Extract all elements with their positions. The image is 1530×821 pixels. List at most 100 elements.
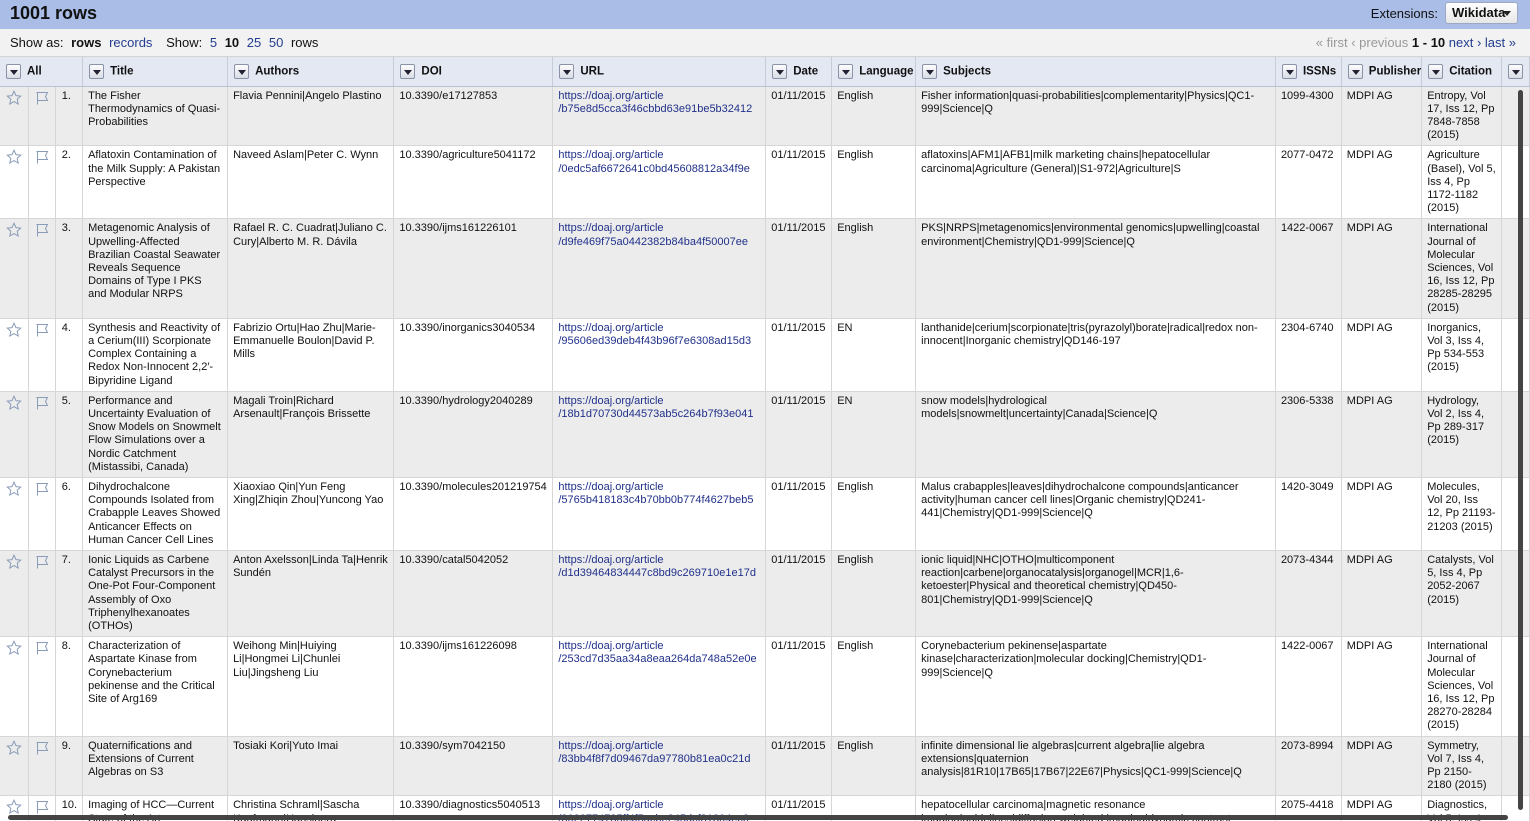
flag-toggle[interactable]: [28, 550, 56, 638]
flag-toggle[interactable]: [28, 636, 56, 737]
star-icon[interactable]: [0, 222, 28, 238]
page-size-25[interactable]: 25: [247, 35, 261, 50]
dropdown-arrow-icon[interactable]: [89, 63, 105, 79]
flag-icon[interactable]: [29, 222, 54, 238]
star-icon[interactable]: [0, 89, 28, 106]
cell-publisher: MDPI AG: [1341, 636, 1423, 737]
url-link[interactable]: https://doaj.org/article /0edc5af6672641…: [558, 149, 749, 174]
pager-last-link[interactable]: last »: [1485, 35, 1516, 50]
flag-toggle[interactable]: [28, 477, 56, 552]
flag-toggle[interactable]: [28, 391, 56, 478]
column-header-doi[interactable]: DOI: [393, 57, 554, 87]
star-icon[interactable]: [0, 480, 28, 497]
flag-toggle[interactable]: [28, 86, 56, 147]
wikidata-extension-button[interactable]: Wikidata: [1445, 2, 1518, 24]
dropdown-arrow-icon[interactable]: [559, 63, 575, 79]
star-toggle[interactable]: [0, 736, 30, 797]
cell-overflow: [1501, 391, 1530, 478]
star-icon[interactable]: [0, 149, 28, 165]
flag-icon[interactable]: [29, 554, 54, 570]
flag-icon[interactable]: [29, 149, 54, 165]
flag-toggle[interactable]: [28, 218, 56, 319]
star-toggle[interactable]: [0, 145, 30, 220]
star-toggle[interactable]: [0, 318, 30, 392]
cell-subjects: ionic liquid|NHC|OTHO|multicomponent rea…: [915, 550, 1276, 638]
dropdown-arrow-icon[interactable]: [838, 63, 854, 79]
dropdown-arrow-icon[interactable]: [772, 63, 788, 79]
flag-icon[interactable]: [29, 740, 54, 756]
flag-toggle[interactable]: [28, 736, 56, 797]
mode-rows[interactable]: rows: [71, 35, 101, 50]
url-link[interactable]: https://doaj.org/article /d1d39464834447…: [558, 554, 756, 579]
column-header-url[interactable]: URL: [552, 57, 767, 87]
url-link[interactable]: https://doaj.org/article /18b1d70730d445…: [558, 395, 753, 420]
cell-publisher: MDPI AG: [1341, 550, 1423, 638]
cell-authors: Xiaoxiao Qin|Yun Feng Xing|Zhiqin Zhou|Y…: [227, 477, 395, 552]
dropdown-arrow-icon[interactable]: [234, 63, 250, 79]
cell-authors: Flavia Pennini|Angelo Plastino: [227, 86, 395, 147]
vertical-scrollbar[interactable]: [1518, 90, 1523, 810]
flag-toggle[interactable]: [28, 318, 56, 392]
url-link[interactable]: https://doaj.org/article /b75e8d5cca3f46…: [558, 90, 752, 115]
star-icon[interactable]: [0, 554, 28, 570]
cell-overflow: [1501, 550, 1530, 638]
flag-icon[interactable]: [29, 640, 54, 656]
cell-citation: Molecules, Vol 20, Iss 12, Pp 21193-2120…: [1421, 477, 1502, 552]
url-link[interactable]: https://doaj.org/article /253cd7d35aa34a…: [558, 640, 756, 665]
cell-issns: 2073-4344: [1275, 550, 1342, 638]
cell-authors: Fabrizio Ortu|Hao Zhu|Marie-Emmanuelle B…: [227, 318, 395, 392]
cell-doi: 10.3390/molecules201219754: [393, 477, 554, 552]
star-toggle[interactable]: [0, 636, 30, 737]
row-count: 1001 rows: [10, 3, 98, 23]
column-header-title[interactable]: Title: [82, 57, 229, 87]
page-size-10[interactable]: 10: [225, 35, 239, 50]
column-header-language[interactable]: Language: [831, 57, 917, 87]
flag-icon[interactable]: [29, 481, 54, 497]
mode-records-link[interactable]: records: [109, 35, 152, 50]
url-link[interactable]: https://doaj.org/article /95606ed39deb4f…: [558, 322, 751, 347]
star-toggle[interactable]: [0, 391, 30, 478]
column-header-date[interactable]: Date: [765, 57, 833, 87]
url-link[interactable]: https://doaj.org/article /d9fe469f75a044…: [558, 222, 748, 247]
page-size-5[interactable]: 5: [210, 35, 217, 50]
column-header-subjects[interactable]: Subjects: [915, 57, 1276, 87]
url-link[interactable]: https://doaj.org/article /83bb4f8f7d0946…: [558, 740, 750, 765]
cell-publisher: MDPI AG: [1341, 318, 1423, 392]
star-toggle[interactable]: [0, 477, 30, 552]
dropdown-arrow-icon[interactable]: [1281, 63, 1297, 79]
flag-icon[interactable]: [29, 322, 54, 338]
flag-icon[interactable]: [29, 799, 54, 815]
star-icon[interactable]: [0, 321, 28, 338]
pager-next-link[interactable]: next ›: [1449, 35, 1482, 50]
url-link[interactable]: https://doaj.org/article /5765b418183c4b…: [558, 481, 753, 506]
star-icon[interactable]: [0, 394, 28, 411]
dropdown-arrow-icon[interactable]: [922, 63, 938, 79]
column-header-publisher[interactable]: Publisher: [1341, 57, 1423, 87]
dropdown-arrow-icon[interactable]: [1428, 63, 1444, 79]
flag-toggle[interactable]: [28, 145, 56, 220]
star-icon[interactable]: [0, 739, 28, 756]
cell-language: EN: [831, 318, 917, 392]
flag-icon[interactable]: [29, 90, 54, 106]
column-header-all[interactable]: All: [0, 57, 84, 87]
horizontal-scrollbar[interactable]: [8, 815, 1508, 820]
star-toggle[interactable]: [0, 550, 30, 638]
star-toggle[interactable]: [0, 86, 30, 147]
dropdown-arrow-icon[interactable]: [400, 63, 416, 79]
page-size-50[interactable]: 50: [269, 35, 283, 50]
column-header-next[interactable]: [1501, 57, 1530, 87]
column-header-citation[interactable]: Citation: [1421, 57, 1502, 87]
column-header-issns[interactable]: ISSNs: [1275, 57, 1342, 87]
dropdown-arrow-icon[interactable]: [6, 63, 21, 79]
star-icon[interactable]: [0, 640, 28, 656]
flag-icon[interactable]: [29, 395, 54, 411]
cell-title: The Fisher Thermodynamics of Quasi-Proba…: [82, 86, 229, 147]
cell-publisher: MDPI AG: [1341, 391, 1423, 478]
dropdown-arrow-icon[interactable]: [1507, 63, 1523, 79]
star-toggle[interactable]: [0, 218, 30, 319]
row-index: 4.: [55, 318, 84, 392]
cell-overflow: [1501, 318, 1530, 392]
column-header-authors[interactable]: Authors: [227, 57, 395, 87]
dropdown-arrow-icon[interactable]: [1347, 63, 1363, 79]
star-icon[interactable]: [0, 799, 28, 815]
